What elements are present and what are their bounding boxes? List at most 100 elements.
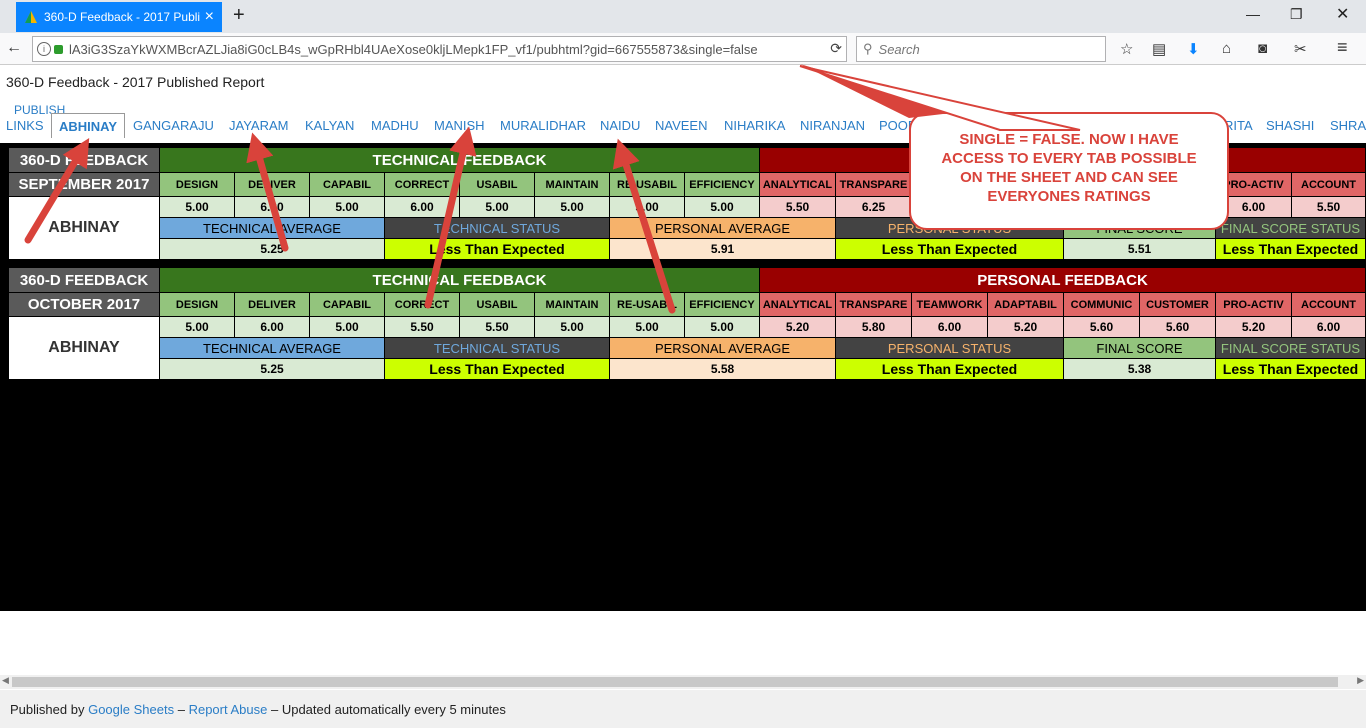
technical-status-value: Less Than Expected [385,239,610,260]
value-communic: 5.60 [1064,317,1140,338]
horizontal-scrollbar[interactable]: ◀ ▶ [0,675,1366,689]
navigation-bar: ← i lA3iG3SzaYkWXMBcrAZLJia8iG0cLB4s_wGp… [0,33,1366,65]
col-reusabil: RE-USABIL [610,173,685,197]
tab-manish[interactable]: MANISH [434,118,485,133]
scrollbar-thumb[interactable] [12,677,1338,687]
col-deliver: DELIVER [235,173,310,197]
personal-average-value: 5.91 [610,239,836,260]
tab-jayaram[interactable]: JAYARAM [229,118,288,133]
url-text: lA3iG3SzaYkWXMBcrAZLJia8iG0cLB4s_wGpRHbl… [69,41,758,57]
tab-shra[interactable]: SHRA [1330,118,1366,133]
scroll-right-icon[interactable]: ▶ [1357,675,1364,686]
google-sheets-link[interactable]: Google Sheets [88,702,174,717]
col-transpare: TRANSPARE [836,173,912,197]
value-correct: 5.50 [385,317,460,338]
maximize-icon[interactable]: ❐ [1290,6,1303,23]
technical-average-label: TECHNICAL AVERAGE [160,218,385,239]
personal-feedback-header: PERSONAL FEEDBACK [760,268,1366,293]
tab-shashi[interactable]: SHASHI [1266,118,1314,133]
value-efficiency: 5.00 [685,317,760,338]
value-reusabil: 5.00 [610,317,685,338]
page-footer: Published by Google Sheets – Report Abus… [0,690,1366,728]
info-icon[interactable]: i [37,42,51,56]
lock-icon [54,44,63,54]
value-deliver: 6.00 [235,317,310,338]
tab-kalyan[interactable]: KALYAN [305,118,354,133]
value-reusabil: 5.00 [610,197,685,218]
technical-feedback-header: TECHNICAL FEEDBACK [160,148,760,173]
tab-naidu[interactable]: NAIDU [600,118,640,133]
browser-tab[interactable]: 360-D Feedback - 2017 Publi × [16,2,222,32]
bookmark-star-icon[interactable]: ☆ [1120,40,1133,58]
minimize-icon[interactable]: — [1246,6,1260,22]
download-icon[interactable]: ⬇ [1187,40,1200,58]
screenshot-icon[interactable]: ✂ [1294,40,1307,58]
value-proactiv: 5.20 [1216,317,1292,338]
value-maintain: 5.00 [535,317,610,338]
col-transpare: TRANSPARE [836,293,912,317]
col-efficiency: EFFICIENCY [685,293,760,317]
final-score-label: FINAL SCORE [1064,338,1216,359]
tab-abhinay[interactable]: ABHINAY [51,113,126,138]
final-score-status-value: Less Than Expected [1216,359,1366,380]
value-adaptabil: 5.20 [988,317,1064,338]
header-360: 360-D FEEDBACK [9,268,160,293]
tab-muralidhar[interactable]: MURALIDHAR [500,118,586,133]
col-analytical: ANALYTICAL [760,173,836,197]
personal-status-value: Less Than Expected [836,359,1064,380]
value-analytical: 5.50 [760,197,836,218]
reading-list-icon[interactable]: ▤ [1152,40,1166,58]
tab-niharika[interactable]: NIHARIKA [724,118,785,133]
value-capabil: 5.00 [310,317,385,338]
final-score-status-value: Less Than Expected [1216,239,1366,260]
published-by-text: Published by [10,702,85,717]
col-analytical: ANALYTICAL [760,293,836,317]
url-bar[interactable]: i lA3iG3SzaYkWXMBcrAZLJia8iG0cLB4s_wGpRH… [32,36,847,62]
close-window-icon[interactable]: ✕ [1336,4,1349,24]
scroll-left-icon[interactable]: ◀ [2,675,9,686]
col-design: DESIGN [160,293,235,317]
report-block-october: 360-D FEEDBACK TECHNICAL FEEDBACK PERSON… [9,268,1366,380]
value-maintain: 5.00 [535,197,610,218]
updated-text: – Updated automatically every 5 minutes [270,702,506,717]
personal-average-label: PERSONAL AVERAGE [610,218,836,239]
value-efficiency: 5.00 [685,197,760,218]
tab-gangaraju[interactable]: GANGARAJU [133,118,214,133]
technical-average-value: 5.25 [160,359,385,380]
month-label: OCTOBER 2017 [9,293,160,317]
technical-status-value: Less Than Expected [385,359,610,380]
close-tab-icon[interactable]: × [205,8,214,26]
back-arrow-icon[interactable]: ← [6,39,22,57]
col-design: DESIGN [160,173,235,197]
menu-icon[interactable]: ≡ [1337,37,1348,58]
report-abuse-link[interactable]: Report Abuse [189,702,268,717]
value-teamwork: 6.00 [912,317,988,338]
reload-icon[interactable]: ⟳ [830,40,842,57]
header-360: 360-D FEEDBACK [9,148,160,173]
annotation-callout: SINGLE = FALSE. NOW I HAVE ACCESS TO EVE… [909,112,1229,230]
tab-niranjan[interactable]: NIRANJAN [800,118,865,133]
pocket-icon[interactable]: ◙ [1258,40,1267,57]
footer-dash: – [177,702,185,717]
value-customer: 5.60 [1140,317,1216,338]
home-icon[interactable]: ⌂ [1222,40,1231,57]
col-efficiency: EFFICIENCY [685,173,760,197]
value-capabil: 5.00 [310,197,385,218]
employee-name: ABHINAY [9,197,160,260]
month-label: SEPTEMBER 2017 [9,173,160,197]
tab-naveen[interactable]: NAVEEN [655,118,708,133]
technical-feedback-header: TECHNICAL FEEDBACK [160,268,760,293]
final-score-status-label: FINAL SCORE STATUS [1216,338,1366,359]
page-title: 360-D Feedback - 2017 Published Report [6,74,265,90]
value-design: 5.00 [160,317,235,338]
value-account: 6.00 [1292,317,1366,338]
technical-average-value: 5.25 [160,239,385,260]
col-correct: CORRECT [385,173,460,197]
tab-madhu[interactable]: MADHU [371,118,419,133]
value-analytical: 5.20 [760,317,836,338]
new-tab-icon[interactable]: + [233,4,245,27]
search-input[interactable]: ⚲ Search [856,36,1106,62]
employee-name: ABHINAY [9,317,160,380]
tab-links[interactable]: LINKS [6,118,44,133]
value-account: 5.50 [1292,197,1366,218]
